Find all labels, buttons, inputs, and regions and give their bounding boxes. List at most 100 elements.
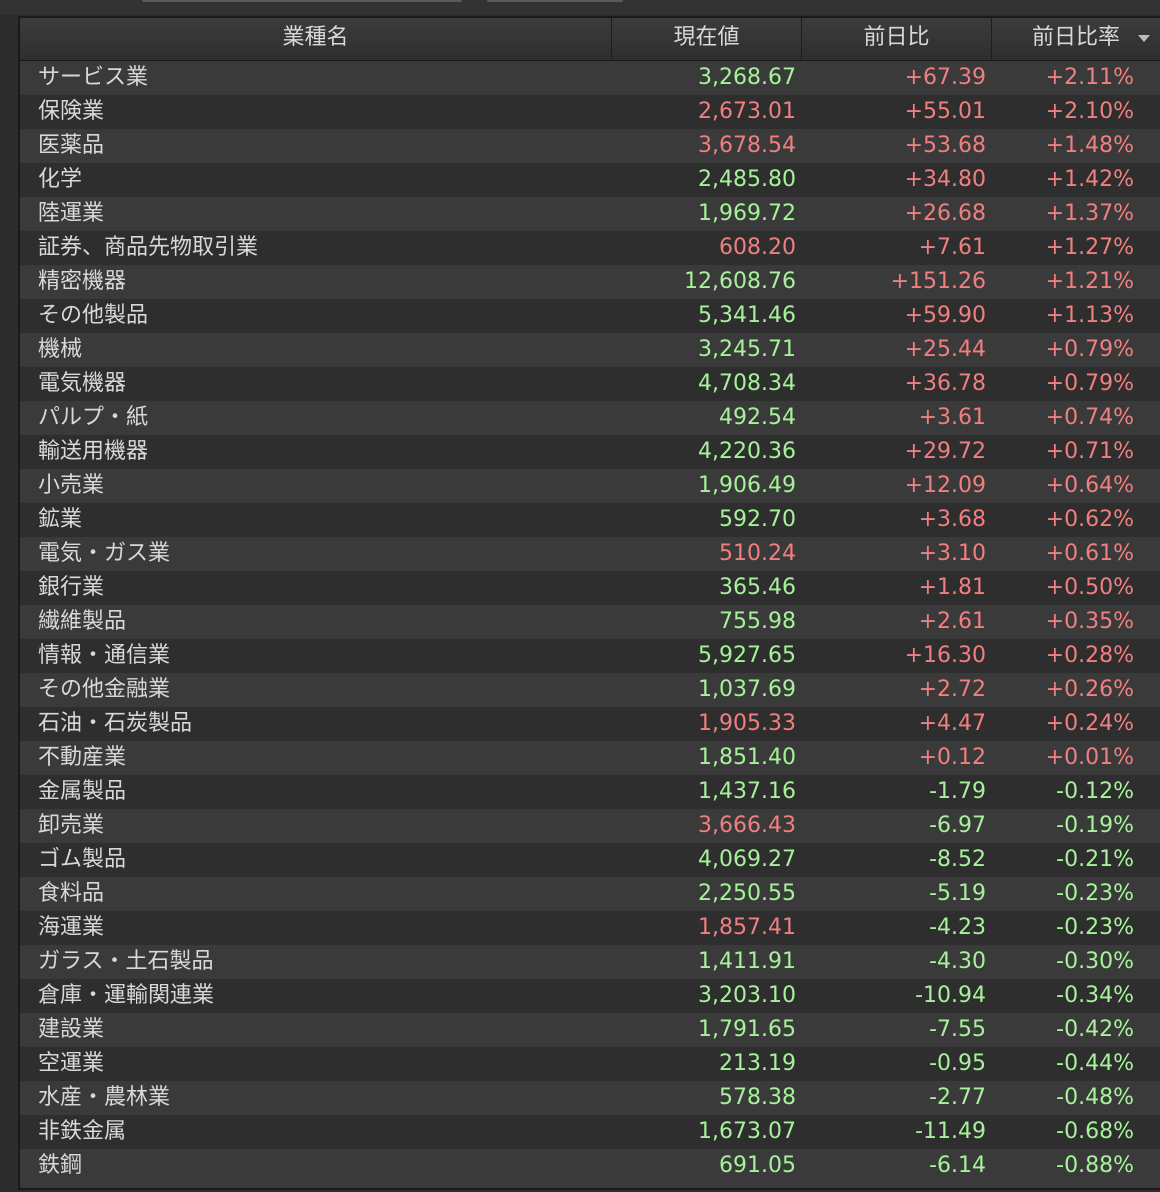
table-row[interactable]: 鉄鋼 691.05 -6.14 -0.88% bbox=[20, 1149, 1160, 1183]
cell-change-pct: -0.34% bbox=[1056, 983, 1134, 1008]
cell-sector-name: 精密機器 bbox=[38, 269, 127, 294]
table-row[interactable]: 石油・石炭製品 1,905.33 +4.47 +0.24% bbox=[20, 707, 1160, 741]
cell-change-pct: -0.21% bbox=[1056, 847, 1134, 872]
column-header-sector-name[interactable]: 業種名 bbox=[20, 18, 612, 60]
cell-change: -7.55 bbox=[929, 1017, 986, 1042]
cell-change-pct: -0.23% bbox=[1056, 881, 1134, 906]
table-row[interactable]: 医薬品 3,678.54 +53.68 +1.48% bbox=[20, 129, 1160, 163]
table-row[interactable]: 保険業 2,673.01 +55.01 +2.10% bbox=[20, 95, 1160, 129]
cell-change-pct: +0.26% bbox=[1045, 677, 1134, 702]
cell-change-pct: +0.50% bbox=[1045, 575, 1134, 600]
cell-sector-name: その他金融業 bbox=[38, 677, 171, 702]
table-row[interactable]: 鉱業 592.70 +3.68 +0.62% bbox=[20, 503, 1160, 537]
cell-price: 1,905.33 bbox=[698, 711, 796, 736]
table-row[interactable]: 水産・農林業 578.38 -2.77 -0.48% bbox=[20, 1081, 1160, 1115]
cell-price: 755.98 bbox=[719, 609, 796, 634]
cell-change-pct: +1.42% bbox=[1045, 167, 1134, 192]
table-row[interactable]: 食料品 2,250.55 -5.19 -0.23% bbox=[20, 877, 1160, 911]
cell-sector-name: 建設業 bbox=[38, 1017, 105, 1042]
table-row[interactable]: 化学 2,485.80 +34.80 +1.42% bbox=[20, 163, 1160, 197]
table-row[interactable]: サービス業 3,268.67 +67.39 +2.11% bbox=[20, 61, 1160, 95]
table-row[interactable]: パルプ・紙 492.54 +3.61 +0.74% bbox=[20, 401, 1160, 435]
cell-change-pct: -0.19% bbox=[1056, 813, 1134, 838]
table-row[interactable]: 空運業 213.19 -0.95 -0.44% bbox=[20, 1047, 1160, 1081]
cell-price: 2,485.80 bbox=[698, 167, 796, 192]
cell-change: -10.94 bbox=[915, 983, 986, 1008]
cell-change: -11.49 bbox=[915, 1119, 986, 1144]
cell-change: -6.97 bbox=[929, 813, 986, 838]
column-header-price[interactable]: 現在値 bbox=[612, 18, 802, 60]
cell-price: 3,268.67 bbox=[698, 65, 796, 90]
table-body: サービス業 3,268.67 +67.39 +2.11% 保険業 2,673.01 +55.… bbox=[20, 61, 1160, 1183]
table-row[interactable]: 銀行業 365.46 +1.81 +0.50% bbox=[20, 571, 1160, 605]
cell-sector-name: その他製品 bbox=[38, 303, 149, 328]
cell-change: +3.68 bbox=[918, 507, 986, 532]
table-row[interactable]: 情報・通信業 5,927.65 +16.30 +0.28% bbox=[20, 639, 1160, 673]
cell-price: 510.24 bbox=[719, 541, 796, 566]
cell-sector-name: ガラス・土石製品 bbox=[38, 949, 214, 974]
table-row[interactable]: 証券、商品先物取引業 608.20 +7.61 +1.27% bbox=[20, 231, 1160, 265]
cell-price: 1,851.40 bbox=[698, 745, 796, 770]
cell-change-pct: +2.10% bbox=[1045, 99, 1134, 124]
cell-change: +1.81 bbox=[918, 575, 986, 600]
cell-change: +55.01 bbox=[904, 99, 986, 124]
cell-sector-name: 輸送用機器 bbox=[38, 439, 149, 464]
cell-change: -0.95 bbox=[929, 1051, 986, 1076]
cell-change: +16.30 bbox=[904, 643, 986, 668]
cell-sector-name: 証券、商品先物取引業 bbox=[38, 235, 259, 260]
column-header-change-pct[interactable]: 前日比率 bbox=[992, 18, 1160, 60]
table-row[interactable]: 不動産業 1,851.40 +0.12 +0.01% bbox=[20, 741, 1160, 775]
cell-change-pct: +1.48% bbox=[1045, 133, 1134, 158]
cell-change-pct: +0.61% bbox=[1045, 541, 1134, 566]
cell-sector-name: 化学 bbox=[38, 167, 83, 192]
table-row[interactable]: 精密機器 12,608.76 +151.26 +1.21% bbox=[20, 265, 1160, 299]
table-row[interactable]: 建設業 1,791.65 -7.55 -0.42% bbox=[20, 1013, 1160, 1047]
cell-price: 578.38 bbox=[719, 1085, 796, 1110]
column-header-change-pct-label: 前日比率 bbox=[1031, 25, 1120, 50]
table-row[interactable]: 陸運業 1,969.72 +26.68 +1.37% bbox=[20, 197, 1160, 231]
cell-price: 592.70 bbox=[719, 507, 796, 532]
sort-descending-icon[interactable] bbox=[1138, 35, 1150, 42]
cell-change: -5.19 bbox=[929, 881, 986, 906]
table-row[interactable]: 機械 3,245.71 +25.44 +0.79% bbox=[20, 333, 1160, 367]
table-row[interactable]: 電気機器 4,708.34 +36.78 +0.79% bbox=[20, 367, 1160, 401]
table-row[interactable]: ゴム製品 4,069.27 -8.52 -0.21% bbox=[20, 843, 1160, 877]
table-row[interactable]: ガラス・土石製品 1,411.91 -4.30 -0.30% bbox=[20, 945, 1160, 979]
cell-sector-name: 食料品 bbox=[38, 881, 105, 906]
cell-change-pct: +0.71% bbox=[1045, 439, 1134, 464]
table-row[interactable]: 繊維製品 755.98 +2.61 +0.35% bbox=[20, 605, 1160, 639]
cell-change-pct: -0.42% bbox=[1056, 1017, 1134, 1042]
cell-change-pct: -0.23% bbox=[1056, 915, 1134, 940]
cell-sector-name: 空運業 bbox=[38, 1051, 105, 1076]
table-row[interactable]: 非鉄金属 1,673.07 -11.49 -0.68% bbox=[20, 1115, 1160, 1149]
cell-price: 3,245.71 bbox=[698, 337, 796, 362]
cell-price: 4,220.36 bbox=[698, 439, 796, 464]
table-row[interactable]: 電気・ガス業 510.24 +3.10 +0.61% bbox=[20, 537, 1160, 571]
table-row[interactable]: 輸送用機器 4,220.36 +29.72 +0.71% bbox=[20, 435, 1160, 469]
cell-sector-name: ゴム製品 bbox=[38, 847, 127, 872]
column-header-change[interactable]: 前日比 bbox=[802, 18, 992, 60]
cell-change: +0.12 bbox=[918, 745, 986, 770]
cell-change-pct: +2.11% bbox=[1045, 65, 1134, 90]
cell-change: -2.77 bbox=[929, 1085, 986, 1110]
cell-change: +2.72 bbox=[918, 677, 986, 702]
table-row[interactable]: 海運業 1,857.41 -4.23 -0.23% bbox=[20, 911, 1160, 945]
cell-sector-name: 金属製品 bbox=[38, 779, 127, 804]
table-row[interactable]: その他製品 5,341.46 +59.90 +1.13% bbox=[20, 299, 1160, 333]
cell-price: 1,906.49 bbox=[698, 473, 796, 498]
cell-change-pct: +1.27% bbox=[1045, 235, 1134, 260]
table-row[interactable]: その他金融業 1,037.69 +2.72 +0.26% bbox=[20, 673, 1160, 707]
table-row[interactable]: 卸売業 3,666.43 -6.97 -0.19% bbox=[20, 809, 1160, 843]
cell-change: -8.52 bbox=[929, 847, 986, 872]
toolbar-button[interactable] bbox=[487, 0, 623, 2]
cell-change-pct: -0.44% bbox=[1056, 1051, 1134, 1076]
top-toolbar bbox=[0, 0, 1160, 15]
cell-change-pct: -0.12% bbox=[1056, 779, 1134, 804]
cell-sector-name: 卸売業 bbox=[38, 813, 105, 838]
table-row[interactable]: 金属製品 1,437.16 -1.79 -0.12% bbox=[20, 775, 1160, 809]
table-row[interactable]: 倉庫・運輸関連業 3,203.10 -10.94 -0.34% bbox=[20, 979, 1160, 1013]
table-row[interactable]: 小売業 1,906.49 +12.09 +0.64% bbox=[20, 469, 1160, 503]
cell-change: -6.14 bbox=[929, 1153, 986, 1178]
toolbar-dropdown[interactable] bbox=[142, 0, 462, 2]
cell-change: +53.68 bbox=[904, 133, 986, 158]
